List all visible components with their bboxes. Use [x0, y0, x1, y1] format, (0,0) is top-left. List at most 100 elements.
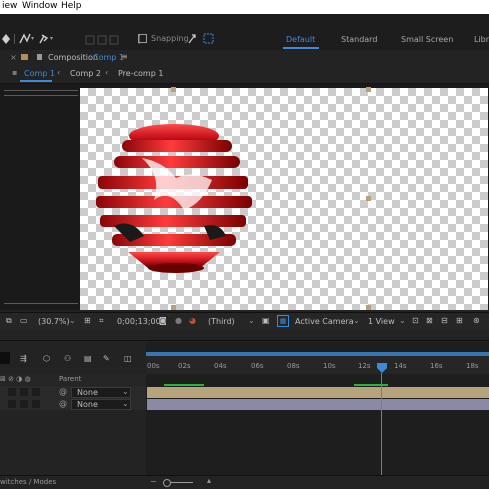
- grid-icon[interactable]: ⊞: [84, 316, 91, 325]
- ruler-label: 18s: [466, 362, 479, 370]
- menu-gap: [0, 14, 489, 28]
- ruler-label: 16s: [430, 362, 443, 370]
- menu-window[interactable]: Window: [22, 1, 58, 11]
- pickwhip-icon[interactable]: @: [59, 399, 67, 408]
- zoom-in-icon[interactable]: ▴: [207, 476, 211, 485]
- cache-indicator: [164, 384, 204, 386]
- switch-icons[interactable]: ⊠ ⊘ ◑ ◍: [0, 375, 31, 383]
- workspace-standard[interactable]: Standard: [341, 35, 377, 44]
- tab-active-underline: [20, 80, 52, 82]
- zoom-select[interactable]: (30.7%): [38, 317, 70, 326]
- graph-editor-icon[interactable]: ◫: [124, 354, 132, 363]
- camera-select[interactable]: Active Camera: [295, 317, 354, 326]
- transform-handle[interactable]: [171, 87, 176, 92]
- transform-handle[interactable]: [366, 196, 371, 201]
- tab-comp-1[interactable]: Comp 1: [24, 69, 55, 78]
- layer-switch[interactable]: [8, 400, 16, 408]
- timeline-icon[interactable]: ⊟: [441, 316, 448, 325]
- menu-bar: iew Window Help: [0, 0, 489, 14]
- shy-icon[interactable]: ⚇: [64, 354, 71, 363]
- snapshot-icon[interactable]: ◙: [159, 316, 167, 325]
- workspace-library[interactable]: Libra: [474, 35, 489, 44]
- draft-3d-icon[interactable]: ⬡: [43, 354, 50, 363]
- ruler-label: 04s: [214, 362, 227, 370]
- region-of-interest-icon[interactable]: ▣: [262, 316, 270, 325]
- always-preview-icon[interactable]: ⧉: [6, 316, 12, 326]
- chevron-down-icon[interactable]: ⌄: [248, 316, 255, 325]
- table-row[interactable]: @ None ⌄: [0, 386, 146, 398]
- playhead-line: [381, 373, 382, 488]
- chevron-down-icon[interactable]: ⌄: [399, 316, 406, 325]
- layer-bar[interactable]: [147, 399, 489, 410]
- channel-icon[interactable]: ◕: [189, 316, 196, 325]
- layer-switch[interactable]: [20, 400, 28, 408]
- fast-preview-icon[interactable]: ⊠: [426, 316, 433, 325]
- lock-icon[interactable]: [37, 54, 42, 60]
- layer-bar[interactable]: [147, 387, 489, 398]
- search-field[interactable]: [0, 352, 10, 364]
- reset-exposure-icon[interactable]: ⊛: [473, 316, 480, 325]
- workspace-default[interactable]: Default: [286, 35, 315, 44]
- chevron-left-icon: ‹: [57, 68, 61, 77]
- layer-switch[interactable]: [8, 388, 16, 396]
- ruler-label: 14s: [394, 362, 407, 370]
- frame-blending-icon[interactable]: ▤: [84, 354, 92, 363]
- layer-switch[interactable]: [20, 388, 28, 396]
- current-time[interactable]: 0;00;13;00: [117, 317, 161, 326]
- snapping-checkbox[interactable]: [138, 34, 148, 44]
- workspace-small-screen[interactable]: Small Screen: [401, 35, 453, 44]
- table-row[interactable]: @ None ⌄: [0, 398, 146, 410]
- tool-icons[interactable]: [0, 31, 140, 47]
- pen-tool-icon: [19, 33, 31, 44]
- parent-select[interactable]: None ⌄: [71, 399, 131, 410]
- motion-blur-icon[interactable]: ✎: [103, 354, 110, 363]
- lock-icon[interactable]: ▪: [12, 68, 17, 77]
- cache-indicator: [354, 384, 388, 386]
- snap-grid-icon: [203, 33, 214, 44]
- zoom-out-icon[interactable]: −: [150, 477, 157, 486]
- panel-comp-name[interactable]: Comp 1: [93, 53, 124, 62]
- ruler-label: 10s: [323, 362, 336, 370]
- snap-options[interactable]: [187, 32, 217, 46]
- zoom-slider-thumb[interactable]: [163, 479, 171, 487]
- toggle-pixel-aspect-icon[interactable]: ⊡: [412, 316, 419, 325]
- viewer-guide: [4, 303, 78, 304]
- pickwhip-icon[interactable]: @: [59, 387, 67, 396]
- menu-view[interactable]: iew: [2, 1, 17, 11]
- composition-panel-header: × Composition Comp 1 ≡: [0, 50, 489, 65]
- transform-handle[interactable]: [171, 305, 176, 310]
- layer-switch[interactable]: [32, 400, 40, 408]
- transform-handle[interactable]: [366, 87, 371, 92]
- transparency-grid-icon[interactable]: ▦: [277, 315, 289, 327]
- switches-modes-toggle[interactable]: witches / Modes: [0, 478, 56, 486]
- ruler-label: 00s: [147, 362, 160, 370]
- transparency-icon: [85, 35, 95, 45]
- work-area-bar[interactable]: [146, 352, 489, 356]
- resolution-select[interactable]: (Third): [208, 317, 235, 326]
- layer-switch[interactable]: [32, 388, 40, 396]
- puppet-icon: [109, 35, 119, 45]
- tab-pre-comp-1[interactable]: Pre-comp 1: [118, 69, 163, 78]
- monitor-icon[interactable]: ▭: [20, 316, 28, 325]
- transform-handle[interactable]: [366, 305, 371, 310]
- flowchart-icon[interactable]: ⊞: [456, 316, 463, 325]
- chevron-down-icon[interactable]: ⌄: [69, 316, 76, 325]
- parent-select[interactable]: None ⌄: [71, 387, 131, 398]
- panel-prefix: Composition: [48, 53, 98, 62]
- chevron-down-icon: ⌄: [122, 387, 129, 396]
- tab-comp-2[interactable]: Comp 2: [70, 69, 101, 78]
- chevron-down-icon[interactable]: ⌄: [353, 316, 360, 325]
- snap-arrow-icon: [188, 34, 196, 44]
- playhead-handle[interactable]: [377, 363, 387, 373]
- menu-help[interactable]: Help: [61, 1, 82, 11]
- ruler-label: 12s: [358, 362, 371, 370]
- show-snapshot-icon[interactable]: ●: [175, 316, 182, 325]
- close-icon[interactable]: ×: [10, 53, 17, 62]
- comp-mini-flowchart-icon[interactable]: ⇶: [20, 354, 27, 363]
- mask-icon[interactable]: ⌗: [99, 316, 104, 326]
- timeline-footer: witches / Modes − ▴: [0, 475, 489, 489]
- panel-menu-icon[interactable]: ≡: [121, 52, 128, 61]
- parent-header: Parent: [59, 375, 82, 383]
- workspace-active-underline: [283, 47, 319, 49]
- views-select[interactable]: 1 View: [368, 317, 395, 326]
